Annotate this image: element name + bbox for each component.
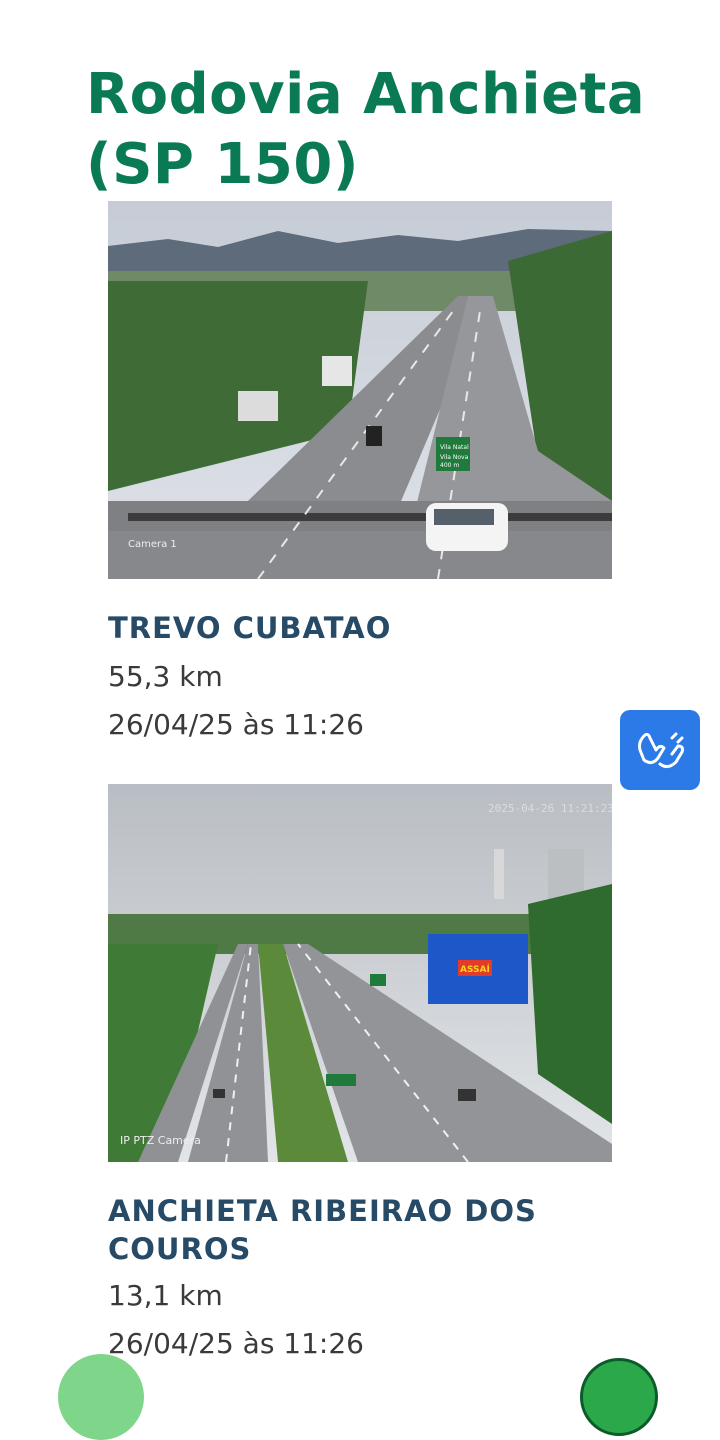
- camera-updated-time: 26/04/25 às 11:26: [108, 708, 364, 741]
- camera-image[interactable]: Vila Natal Vila Nova 400 m Camera 1: [108, 201, 612, 579]
- whatsapp-floating-button[interactable]: [580, 1358, 658, 1436]
- camera-name: TREVO CUBATAO: [108, 611, 392, 645]
- camera-km: 55,3 km: [108, 660, 223, 693]
- camera-card[interactable]: ASSAÍ IP PTZ Camera 2025-04-26 11:21:23 …: [108, 784, 612, 1368]
- accessibility-sign-language-button[interactable]: [620, 710, 700, 790]
- road-sign-line-1: Vila Natal: [440, 444, 469, 451]
- store-sign: ASSAÍ: [460, 963, 490, 975]
- page-title: Rodovia Anchieta (SP 150): [86, 61, 646, 197]
- camera-updated-time: 26/04/25 às 11:26: [108, 1327, 364, 1360]
- camera-card[interactable]: Vila Natal Vila Nova 400 m Camera 1 TREV…: [108, 201, 612, 749]
- camera-km: 13,1 km: [108, 1279, 223, 1312]
- road-sign-line-3: 400 m: [440, 462, 459, 469]
- floating-action-button-left[interactable]: [58, 1354, 144, 1440]
- road-sign-line-2: Vila Nova: [440, 454, 469, 461]
- camera-image[interactable]: ASSAÍ IP PTZ Camera 2025-04-26 11:21:23: [108, 784, 612, 1162]
- camera-overlay-label: Camera 1: [128, 539, 177, 550]
- camera-name: ANCHIETA RIBEIRAO DOS COUROS: [108, 1194, 537, 1266]
- sign-language-hands-icon: [638, 732, 684, 769]
- camera-overlay-label: IP PTZ Camera: [120, 1134, 201, 1147]
- camera-overlay-timestamp: 2025-04-26 11:21:23: [488, 802, 612, 815]
